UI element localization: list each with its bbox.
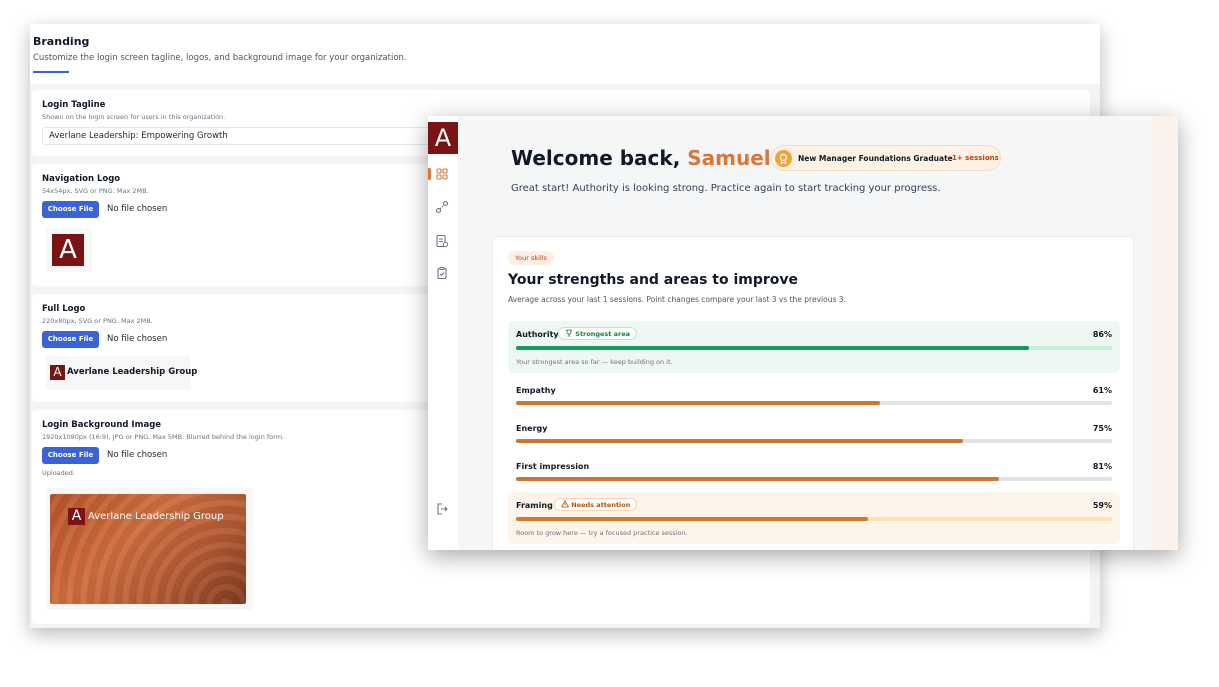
skill-bar-fill [516,477,999,481]
skill-name: Empathy [516,386,556,395]
skill-row-first-impression: First impression 81% [508,453,1120,491]
averlane-logo-icon: A [52,234,84,266]
skill-bar-track [516,439,1112,443]
login-background-choose-file-button[interactable]: Choose File [42,447,99,464]
medal-icon [775,150,792,167]
full-logo-choose-file-button[interactable]: Choose File [42,331,99,348]
welcome-user-name: Samuel [687,146,771,170]
strongest-area-tag-text: Strongest area [575,330,631,338]
login-tagline-hint: Shown on the login screen for users in t… [42,113,226,121]
sidebar-active-indicator [428,168,431,180]
branding-subtitle: Customize the login screen tagline, logo… [33,53,407,63]
skill-percent: 59% [1092,501,1112,510]
skill-row-empathy: Empathy 61% [508,377,1120,415]
login-background-image: A Averlane Leadership Group [50,494,246,604]
needs-attention-tag: Needs attention [554,498,638,511]
graduate-badge-text: New Manager Foundations Graduate [798,154,953,163]
skill-percent: 86% [1092,330,1112,339]
averlane-logo-icon: A [68,508,85,525]
login-background-upload-status: Uploaded. [42,469,75,477]
clipboard-icon[interactable] [435,266,449,280]
login-background-label: Login Background Image [42,420,162,430]
navigation-logo-label: Navigation Logo [42,174,121,184]
sessions-document-icon[interactable] [435,234,449,248]
skills-card: Your skills Your strengths and areas to … [492,236,1134,550]
full-logo-hint: 220x80px, SVG or PNG. Max 2MB. [42,317,153,325]
skill-name: Energy [516,424,548,433]
needs-attention-tag-text: Needs attention [571,501,631,509]
graduate-badge: New Manager Foundations Graduate 1+ sess… [771,145,1001,171]
averlane-logo-icon: A [50,365,65,380]
branding-title: Branding [33,35,90,48]
skills-subtitle: Average across your last 1 sessions. Poi… [508,295,846,304]
skill-bar-fill [516,401,880,405]
skill-percent: 81% [1092,462,1112,471]
skill-row-energy: Energy 75% [508,415,1120,453]
skills-badge: Your skills [508,251,554,265]
right-panel-edge [1152,116,1178,550]
skill-bar-fill [516,517,868,521]
skill-bar-track [516,477,1112,481]
skill-row-authority: Authority Strongest area 86% Your strong… [508,321,1120,373]
navigation-logo-choose-file-button[interactable]: Choose File [42,201,99,218]
login-background-file-status: No file chosen [107,450,168,460]
login-background-preview-text: Averlane Leadership Group [88,511,224,522]
full-logo-preview-text: Averlane Leadership Group [67,367,198,377]
skill-row-framing: Framing Needs attention 59% Room to grow… [508,492,1120,544]
skill-bar-fill [516,439,963,443]
navigation-logo-hint: 54x54px, SVG or PNG. Max 2MB. [42,187,149,195]
full-logo-file-status: No file chosen [107,334,168,344]
skill-bar-fill [516,346,1029,350]
skill-percent: 75% [1092,424,1112,433]
warning-triangle-icon [560,499,570,508]
skill-percent: 61% [1092,386,1112,395]
skill-bar-track [516,346,1112,350]
skill-note: Your strongest area so far — keep buildi… [516,358,673,366]
graduate-badge-sessions: 1+ sessions [952,154,999,162]
welcome-subtitle: Great start! Authority is looking strong… [511,183,941,194]
branding-header: Branding Customize the login screen tagl… [30,24,1100,84]
skill-note: Room to grow here — try a focused practi… [516,529,688,537]
navigation-logo-file-status: No file chosen [107,204,168,214]
dashboard-window: A Welcome back, Samuel New Manager Found… [428,116,1178,550]
trophy-icon [566,329,572,337]
welcome-heading: Welcome back, Samuel [511,146,771,170]
sidebar: A [428,116,458,550]
skill-bar-track [516,401,1112,405]
login-tagline-label: Login Tagline [42,100,106,110]
skills-title: Your strengths and areas to improve [508,272,799,288]
averlane-logo-icon: A [428,122,458,154]
welcome-prefix: Welcome back, [511,146,681,170]
navigation-logo-preview: A [46,228,92,272]
skill-name: First impression [516,462,590,471]
login-background-preview: A Averlane Leadership Group [46,488,254,610]
logout-icon[interactable] [435,502,449,516]
skill-bar-track [516,517,1112,521]
login-tagline-input[interactable] [42,127,442,145]
full-logo-preview: A Averlane Leadership Group [46,356,197,390]
branding-tab-underline [33,71,69,73]
practice-route-icon[interactable] [435,200,449,214]
skill-name: Authority [516,330,559,339]
strongest-area-tag: Strongest area [558,327,638,340]
login-background-hint: 1920x1080px (16:9), JPG or PNG. Max 5MB.… [42,433,285,441]
full-logo-label: Full Logo [42,304,86,314]
dashboard-grid-icon[interactable] [435,167,449,181]
skill-name: Framing [516,501,553,510]
